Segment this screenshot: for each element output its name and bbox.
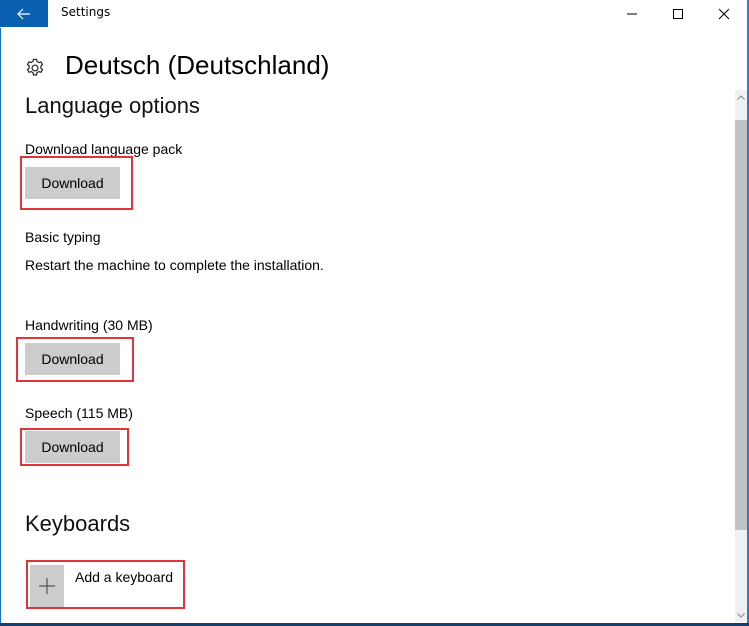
add-keyboard-button[interactable]: Add a keyboard (30, 565, 190, 607)
window-border (0, 28, 1, 626)
add-keyboard-label: Add a keyboard (75, 569, 174, 585)
minimize-icon (627, 13, 637, 14)
close-icon (718, 8, 730, 19)
section-heading-keyboards: Keyboards (25, 511, 131, 536)
page-title: Deutsch (Deutschland) (65, 50, 330, 80)
chevron-down-icon (737, 612, 745, 618)
title-bar: Settings (0, 0, 747, 28)
speech-label: Speech (115 MB) (25, 405, 133, 421)
close-button[interactable] (701, 0, 747, 27)
scroll-down-button[interactable] (735, 608, 747, 622)
handwriting-label: Handwriting (30 MB) (25, 317, 153, 333)
chevron-up-icon (737, 94, 745, 100)
back-button[interactable] (0, 0, 48, 27)
gear-icon (26, 58, 44, 76)
section-heading-language-options: Language options (25, 93, 200, 118)
download-handwriting-button[interactable]: Download (25, 343, 120, 375)
vertical-scrollbar[interactable] (735, 90, 747, 622)
maximize-icon (673, 8, 683, 19)
maximize-button[interactable] (655, 0, 701, 27)
basic-typing-label: Basic typing (25, 229, 101, 245)
plus-tile (30, 565, 64, 607)
download-speech-button[interactable]: Download (25, 431, 120, 463)
minimize-button[interactable] (609, 0, 655, 27)
window-title: Settings (61, 5, 111, 19)
plus-icon (39, 578, 55, 594)
scroll-up-button[interactable] (735, 90, 747, 104)
download-language-pack-button[interactable]: Download (25, 167, 120, 199)
scrollbar-thumb[interactable] (735, 120, 747, 530)
basic-typing-status: Restart the machine to complete the inst… (25, 257, 324, 273)
language-pack-label: Download language pack (25, 141, 183, 157)
back-arrow-icon (17, 8, 30, 19)
